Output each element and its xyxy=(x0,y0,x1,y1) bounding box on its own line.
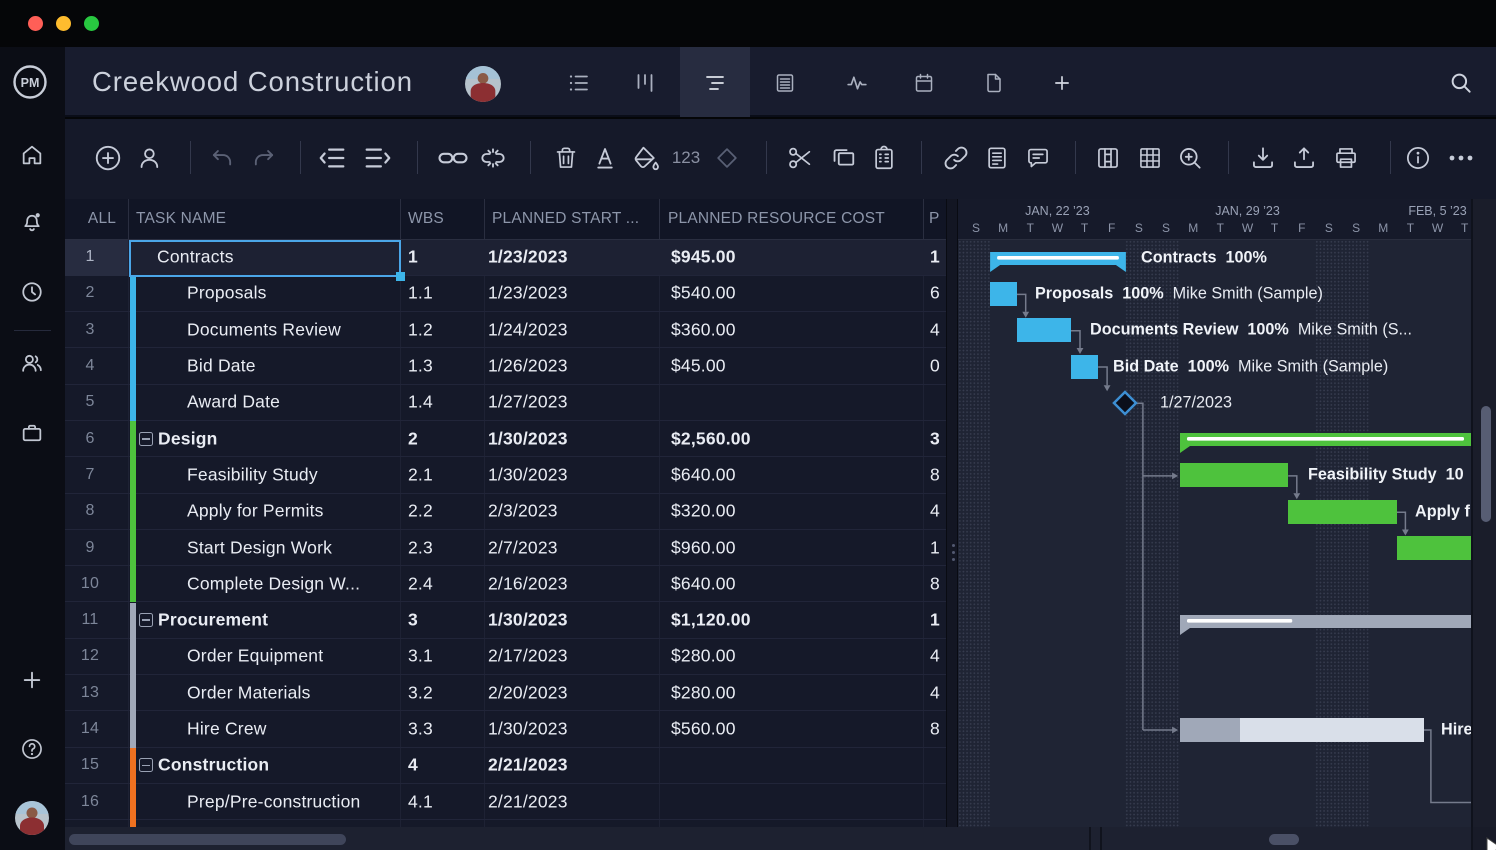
svg-text:PM: PM xyxy=(21,76,40,90)
